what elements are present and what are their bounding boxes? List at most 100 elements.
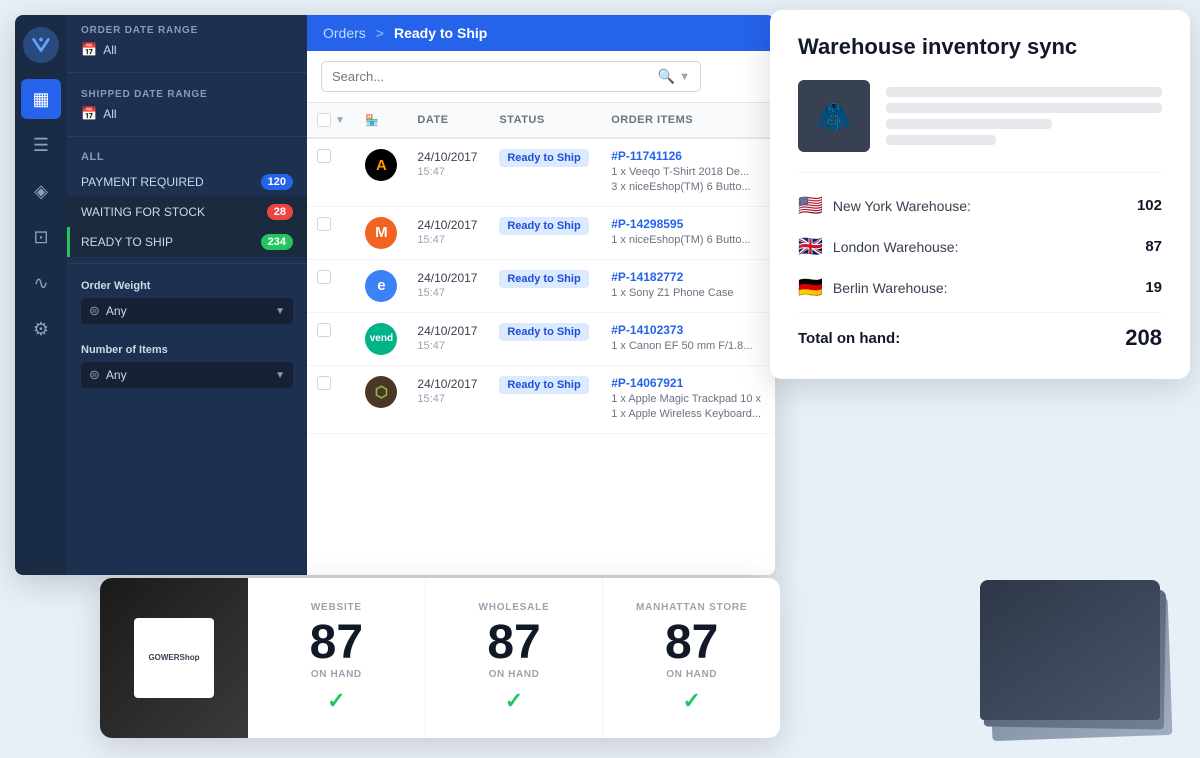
stat-number: 87 [487,619,540,667]
filter-ready-to-ship[interactable]: READY TO SHIP 234 [67,227,307,257]
all-label: ALL [67,143,307,167]
divider-1 [67,72,307,73]
warehouse-row: 🇬🇧 London Warehouse: 87 [798,226,1162,267]
tshirt-stack-decoration [980,558,1180,738]
stat-sub-label: ON HAND [666,669,717,680]
table-row: e 24/10/2017 15:47 Ready to Ship #P-1418… [307,259,775,312]
select-all-arrow[interactable]: ▼ [335,115,345,126]
breadcrumb-parent[interactable]: Orders [323,25,366,41]
nav-list[interactable]: ☰ [21,125,61,165]
stat-channel-label: MANHATTAN STORE [636,602,747,613]
search-bar: 🔍 ▼ [307,51,775,103]
warehouse-name: London Warehouse: [833,239,1145,255]
order-date: 24/10/2017 [417,149,479,166]
waiting-stock-label: WAITING FOR STOCK [81,205,205,219]
ready-to-ship-label: READY TO SHIP [81,235,173,249]
date-header[interactable]: DATE [407,103,489,138]
row-checkbox[interactable] [317,217,331,231]
order-items-text: 1 x niceEshop(TM) 6 Butto... [611,233,765,248]
num-items-select[interactable]: ⊜ Any ▼ [81,362,293,388]
sidebar: ORDER DATE RANGE 📅 All SHIPPED DATE RANG… [67,15,307,575]
order-date: 24/10/2017 [417,270,479,287]
stat-channel-label: WEBSITE [311,602,362,613]
warehouse-flag: 🇩🇪 [798,275,823,300]
placeholder-line-3 [886,119,1052,129]
order-id-link[interactable]: #P-14298595 [611,217,683,231]
placeholder-line-2 [886,103,1162,113]
left-nav: ▦ ☰ ◈ ⊡ ∿ ⚙ [15,15,67,575]
order-status: Ready to Ship [499,323,588,341]
table-row: A 24/10/2017 15:47 Ready to Ship #P-1174… [307,138,775,206]
app-logo[interactable] [23,27,59,63]
warehouse-title: Warehouse inventory sync [798,34,1162,60]
nav-settings[interactable]: ⚙ [21,309,61,349]
order-id-link[interactable]: #P-14067921 [611,376,683,390]
warehouse-total-label: Total on hand: [798,330,1125,347]
breadcrumb-separator: > [376,25,384,41]
orders-table: ▼ 🏪 DATE STATUS ORDER ITEMS [307,103,775,434]
placeholder-line-1 [886,87,1162,97]
order-weight-value: Any [106,304,269,318]
order-weight-select[interactable]: ⊜ Any ▼ [81,298,293,324]
warehouse-total-row: Total on hand: 208 [798,312,1162,355]
warehouse-row: 🇺🇸 New York Warehouse: 102 [798,185,1162,226]
nav-tag[interactable]: ◈ [21,171,61,211]
order-id-link[interactable]: #P-11741126 [611,149,682,163]
search-dropdown-arrow[interactable]: ▼ [679,71,690,83]
product-details [886,87,1162,145]
warehouse-name: New York Warehouse: [833,198,1137,214]
product-image: 🧥 [798,80,870,152]
shipped-date-value[interactable]: 📅 All [81,104,293,124]
search-icon: 🔍 [658,68,675,85]
tshirt-brand: GOWERShop [134,618,214,698]
row-checkbox[interactable] [317,376,331,390]
stat-number: 87 [665,619,718,667]
nav-cart[interactable]: ⊡ [21,217,61,257]
breadcrumb-current: Ready to Ship [394,25,487,41]
warehouse-card: Warehouse inventory sync 🧥 🇺🇸 New York W… [770,10,1190,379]
order-date-value[interactable]: 📅 All [81,40,293,60]
channel-logo: A [365,149,397,181]
weight-dropdown-arrow: ▼ [275,306,285,317]
warehouse-product-row: 🧥 [798,80,1162,152]
order-status: Ready to Ship [499,217,588,235]
order-date: 24/10/2017 [417,323,479,340]
status-header[interactable]: STATUS [489,103,601,138]
bottom-card: GOWERShop WEBSITE 87 ON HAND ✓ WHOLESALE… [100,578,780,738]
nav-analytics[interactable]: ∿ [21,263,61,303]
tag-icon: ◈ [34,181,48,202]
row-checkbox[interactable] [317,270,331,284]
table-row: M 24/10/2017 15:47 Ready to Ship #P-1429… [307,206,775,259]
num-items-section: Number of Items ⊜ Any ▼ [67,334,307,398]
payment-required-badge: 120 [261,174,293,190]
nav-dashboard[interactable]: ▦ [21,79,61,119]
row-checkbox[interactable] [317,323,331,337]
order-time: 15:47 [417,287,479,299]
chart-icon: ∿ [33,273,48,294]
waiting-stock-badge: 28 [267,204,293,220]
channel-logo: e [365,270,397,302]
bar-chart-icon: ▦ [32,89,49,110]
stat-channel-label: WHOLESALE [478,602,549,613]
order-items-text: 1 x Veeqo T-Shirt 2018 De...3 x niceEsho… [611,165,765,196]
search-input[interactable] [332,69,658,84]
order-id-link[interactable]: #P-14182772 [611,270,683,284]
order-time: 15:47 [417,166,479,178]
order-weight-label: Order Weight [81,280,293,292]
payment-required-label: PAYMENT REQUIRED [81,175,204,189]
order-id-link[interactable]: #P-14102373 [611,323,683,337]
order-items-text: 1 x Apple Magic Trackpad 10 x1 x Apple W… [611,392,765,423]
stat-column: WEBSITE 87 ON HAND ✓ [248,578,426,738]
select-all-checkbox[interactable] [317,113,331,127]
warehouse-total-count: 208 [1125,325,1162,351]
filter-waiting-stock[interactable]: WAITING FOR STOCK 28 [67,197,307,227]
divider-2 [67,136,307,137]
channel-icon: 🏪 [365,115,379,127]
filter-payment-required[interactable]: PAYMENT REQUIRED 120 [67,167,307,197]
row-checkbox[interactable] [317,149,331,163]
warehouse-name: Berlin Warehouse: [833,280,1145,296]
order-items-header[interactable]: ORDER ITEMS [601,103,775,138]
order-date: 24/10/2017 [417,376,479,393]
select-all-header: ▼ [317,113,345,127]
calendar-icon-2: 📅 [81,106,97,122]
